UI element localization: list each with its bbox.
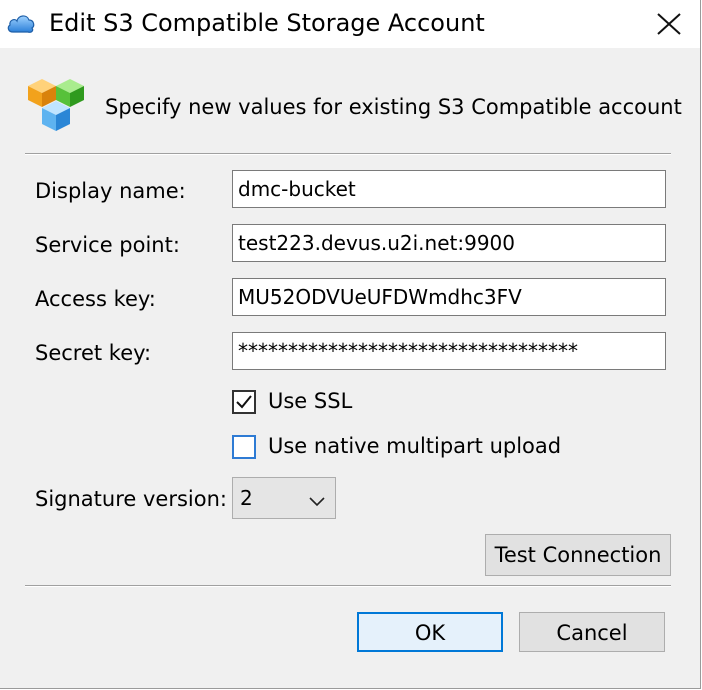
signature-version-label: Signature version:	[35, 487, 227, 511]
native-multipart-checkbox-box[interactable]	[232, 435, 256, 459]
close-button[interactable]	[640, 0, 700, 48]
header-divider	[25, 153, 671, 155]
cancel-label: Cancel	[556, 621, 628, 645]
ok-button[interactable]: OK	[357, 612, 503, 652]
secret-key-label: Secret key:	[35, 341, 152, 365]
window-title: Edit S3 Compatible Storage Account	[49, 9, 485, 37]
cloud-storage-icon	[6, 11, 36, 35]
service-point-label: Service point:	[35, 233, 180, 257]
cancel-button[interactable]: Cancel	[519, 612, 665, 652]
edit-account-dialog: Edit S3 Compatible Storage Account Speci…	[0, 0, 701, 689]
dialog-instruction: Specify new values for existing S3 Compa…	[105, 95, 682, 119]
access-key-label: Access key:	[35, 287, 156, 311]
footer-divider	[25, 585, 671, 587]
service-point-input[interactable]	[232, 224, 666, 262]
signature-version-select[interactable]: 2	[232, 477, 336, 519]
access-key-input[interactable]	[232, 278, 666, 316]
checkmark-icon	[236, 395, 252, 409]
signature-version-value: 2	[240, 486, 253, 510]
display-name-label: Display name:	[35, 179, 186, 203]
cubes-icon	[24, 74, 88, 138]
native-multipart-label: Use native multipart upload	[268, 434, 562, 458]
title-bar: Edit S3 Compatible Storage Account	[0, 0, 700, 48]
display-name-input[interactable]	[232, 170, 666, 208]
ok-label: OK	[414, 621, 446, 645]
close-icon	[657, 13, 681, 35]
test-connection-button[interactable]: Test Connection	[485, 534, 671, 576]
test-connection-label: Test Connection	[494, 543, 662, 567]
chevron-down-icon	[309, 492, 325, 511]
use-ssl-label: Use SSL	[268, 389, 353, 413]
use-ssl-checkbox-box[interactable]	[232, 390, 256, 414]
secret-key-input[interactable]	[232, 332, 666, 370]
